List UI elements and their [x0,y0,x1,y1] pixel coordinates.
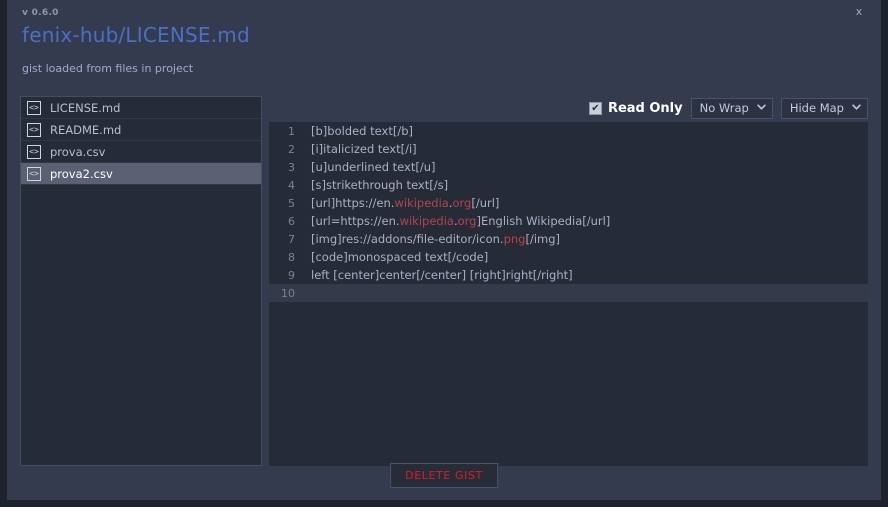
line-number: 2 [288,142,295,156]
code-token: [b]bolded text[/b] [311,124,413,138]
code-line-text: left [center]center[/center] [right]righ… [295,268,573,282]
code-token-link: org [452,196,472,210]
code-line[interactable]: 9 left [center]center[/center] [right]rig… [269,266,868,284]
code-token: [s]strikethrough text[/s] [311,178,449,192]
map-visibility-select[interactable]: Hide Map [780,97,868,119]
file-list-panel: <> LICENSE.md <> README.md <> prova.csv <> prov… [20,96,262,466]
line-number: 7 [288,232,295,246]
line-number: 6 [288,214,295,228]
code-token-link: png [503,232,526,246]
line-number: 9 [288,268,295,282]
code-token: [url=https://en. [311,214,400,228]
code-token-link: wikipedia [394,196,449,210]
wrap-mode-value: No Wrap [699,101,749,115]
code-line[interactable]: 5 [url]https://en.wikipedia.org[/url] [269,194,868,212]
code-line-text: [url]https://en.wikipedia.org[/url] [295,196,499,210]
wrap-mode-select[interactable]: No Wrap [690,97,773,119]
code-token: [u]underlined text[/u] [311,160,436,174]
code-line-text: [s]strikethrough text[/s] [295,178,448,192]
code-token: [img]res://addons/file-editor/icon. [311,232,504,246]
code-line[interactable]: 7 [img]res://addons/file-editor/icon.png[… [269,230,868,248]
page-title: fenix-hub/LICENSE.md [22,23,250,47]
delete-gist-button[interactable]: DELETE GIST [390,463,498,488]
status-text: gist loaded from files in project [22,62,194,75]
gist-editor-window: x v 0.6.0 fenix-hub/LICENSE.md gist load… [0,0,888,507]
code-token: [code]monospaced text[/code] [311,250,489,264]
code-token: [url]https://en. [311,196,395,210]
editor-toolbar: ✔ Read Only No Wrap Hide Map [588,97,868,119]
line-number: 5 [288,196,295,210]
code-line-text: [i]italicized text[/i] [295,142,417,156]
list-item[interactable]: <> README.md [21,119,261,141]
list-item-label: LICENSE.md [50,100,121,115]
code-token: [i]italicized text[/i] [311,142,417,156]
code-token: [/url] [471,196,500,210]
code-line-text: [code]monospaced text[/code] [295,250,488,264]
list-item[interactable]: <> LICENSE.md [21,97,261,119]
line-number: 4 [288,178,295,192]
code-line-text: [img]res://addons/file-editor/icon.png[/… [295,232,560,246]
line-number: 8 [288,250,295,264]
code-line[interactable]: 1 [b]bolded text[/b] [269,122,868,140]
code-line[interactable]: 3 [u]underlined text[/u] [269,158,868,176]
list-item-label: prova.csv [50,144,106,159]
code-token: ]English Wikipedia[/url] [476,214,611,228]
code-file-icon: <> [27,166,41,181]
code-file-icon: <> [27,100,41,115]
list-item[interactable]: <> prova.csv [21,141,261,163]
code-editor[interactable]: 1 [b]bolded text[/b] 2 [i]italicized text[/… [269,122,868,466]
code-token-link: wikipedia [399,214,454,228]
version-label: v 0.6.0 [22,8,59,18]
checkbox-check-icon: ✔ [588,101,602,115]
code-token: left [center]center[/center] [right]righ… [311,268,573,282]
line-number: 1 [288,124,295,138]
code-line[interactable]: 8 [code]monospaced text[/code] [269,248,868,266]
read-only-label: Read Only [607,100,683,116]
code-line-text: [u]underlined text[/u] [295,160,435,174]
list-item[interactable]: <> prova2.csv [21,163,261,185]
list-item-label: prova2.csv [50,166,113,181]
code-file-icon: <> [27,122,41,137]
code-line-text: [url=https://en.wikipedia.org]English Wi… [295,214,610,228]
code-token-link: org [457,214,477,228]
code-line-text: [b]bolded text[/b] [295,124,413,138]
close-icon[interactable]: x [851,4,867,20]
chevron-down-icon [852,103,861,113]
code-line[interactable]: 10 [269,284,868,302]
list-item-label: README.md [50,122,122,137]
read-only-checkbox[interactable]: ✔ Read Only [588,100,683,116]
code-line[interactable]: 2 [i]italicized text[/i] [269,140,868,158]
code-file-icon: <> [27,144,41,159]
line-number: 3 [288,160,295,174]
map-visibility-value: Hide Map [789,101,844,115]
code-token: [/img] [525,232,560,246]
chevron-down-icon [756,103,766,113]
line-number: 10 [281,286,295,300]
header: v 0.6.0 fenix-hub/LICENSE.md gist loaded… [22,8,250,75]
code-line[interactable]: 4 [s]strikethrough text[/s] [269,176,868,194]
code-line[interactable]: 6 [url=https://en.wikipedia.org]English W… [269,212,868,230]
